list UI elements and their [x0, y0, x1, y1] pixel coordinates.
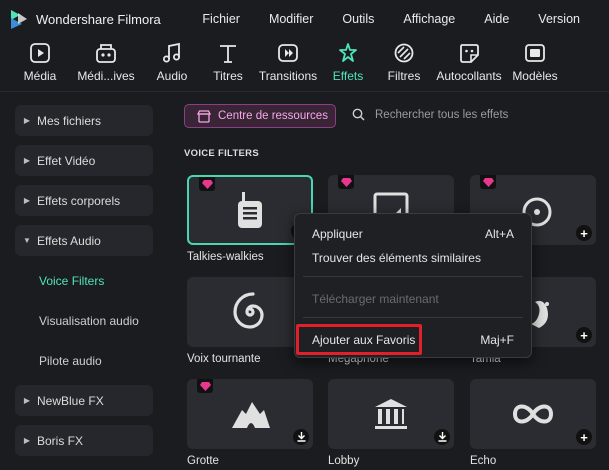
infinity-icon — [512, 404, 554, 424]
walkie-talkie-icon — [238, 192, 262, 228]
add-icon[interactable]: + — [576, 429, 592, 445]
section-title: VOICE FILTERS — [184, 148, 259, 159]
premium-diamond-icon — [197, 379, 213, 393]
tab-effects[interactable]: Effets — [328, 38, 368, 92]
sidebar: ▶ Mes fichiers ▶ Effet Vidéo ▶ Effets co… — [0, 92, 170, 470]
add-icon[interactable]: + — [576, 327, 592, 343]
chevron-right-icon: ▶ — [23, 156, 31, 165]
chevron-right-icon: ▶ — [23, 396, 31, 405]
sidebar-item-my-files[interactable]: ▶ Mes fichiers — [15, 105, 153, 136]
chevron-right-icon: ▶ — [23, 116, 31, 125]
tab-stock-media[interactable]: Médi...ives — [76, 38, 136, 92]
tab-templates[interactable]: Modèles — [510, 38, 560, 92]
shortcut-favorites: Maj+F — [480, 333, 514, 347]
tab-media[interactable]: Média — [20, 38, 60, 92]
effect-card-cave[interactable] — [187, 379, 313, 449]
effect-label: Talkies-walkies — [187, 251, 264, 263]
tab-transitions[interactable]: Transitions — [258, 38, 318, 92]
download-icon[interactable] — [293, 429, 309, 445]
premium-diamond-icon — [480, 175, 496, 189]
effect-label: Echo — [470, 455, 497, 467]
sidebar-item-newblue-fx[interactable]: ▶ NewBlue FX — [15, 385, 153, 416]
tab-filters[interactable]: Filtres — [384, 38, 424, 92]
asset-toolbar: Média Médi...ives Audio Titres Transitio… — [0, 38, 609, 92]
highlight-box — [296, 324, 422, 355]
app-title: Wondershare Filmora — [36, 11, 161, 27]
menu-divider — [303, 276, 523, 277]
transition-icon — [278, 44, 298, 62]
premium-diamond-icon — [338, 175, 354, 189]
store-icon — [197, 109, 215, 123]
sidebar-subitem-audio-visualization[interactable]: Visualisation audio — [39, 314, 139, 328]
effect-card-echo[interactable]: + — [470, 379, 596, 449]
sidebar-item-boris-fx[interactable]: ▶ Boris FX — [15, 425, 153, 456]
menu-item-find-similar[interactable]: Trouver des éléments similaires — [312, 251, 481, 265]
chevron-right-icon: ▶ — [23, 436, 31, 445]
music-note-icon — [163, 42, 180, 63]
resource-center-button[interactable]: Centre de ressources — [184, 104, 336, 128]
cave-icon — [232, 402, 270, 428]
menu-aide[interactable]: Aide — [484, 12, 509, 26]
tab-titles[interactable]: Titres — [208, 38, 248, 92]
chevron-right-icon: ▶ — [23, 196, 31, 205]
effects-icon — [339, 43, 357, 62]
effect-card-lobby[interactable] — [328, 379, 454, 449]
add-icon[interactable]: + — [576, 225, 592, 241]
effect-label: Lobby — [328, 455, 360, 467]
search-icon — [352, 108, 365, 121]
text-icon — [220, 45, 236, 63]
effect-label: Voix tournante — [187, 353, 261, 365]
chevron-down-icon: ▼ — [23, 236, 31, 245]
menu-fichier[interactable]: Fichier — [202, 12, 240, 26]
sidebar-item-body-effects[interactable]: ▶ Effets corporels — [15, 185, 153, 216]
menu-item-download-now: Télécharger maintenant — [312, 292, 439, 306]
sidebar-item-audio-effects[interactable]: ▼ Effets Audio — [15, 225, 153, 256]
menu-divider — [303, 317, 523, 318]
spiral-icon — [233, 292, 264, 329]
stock-media-icon — [96, 44, 116, 63]
menu-modifier[interactable]: Modifier — [269, 12, 313, 26]
menu-version[interactable]: Version — [538, 12, 580, 26]
premium-diamond-icon — [199, 177, 215, 191]
sticker-icon — [460, 44, 479, 63]
filmora-logo-icon — [8, 8, 30, 30]
media-icon — [30, 43, 50, 63]
sidebar-subitem-audio-driver[interactable]: Pilote audio — [39, 354, 102, 368]
title-bar: Wondershare Filmora Fichier Modifier Out… — [0, 0, 609, 38]
menu-affichage[interactable]: Affichage — [403, 12, 455, 26]
filter-icon — [394, 43, 414, 63]
building-icon — [375, 399, 407, 429]
menu-item-apply[interactable]: Appliquer — [312, 227, 363, 241]
search-input[interactable]: Rechercher tous les effets — [352, 108, 508, 121]
shortcut-apply: Alt+A — [484, 227, 514, 241]
menu-bar: Fichier Modifier Outils Affichage Aide V… — [202, 12, 609, 26]
sidebar-item-video-effect[interactable]: ▶ Effet Vidéo — [15, 145, 153, 176]
sidebar-subitem-voice-filters[interactable]: Voice Filters — [39, 274, 104, 288]
effect-label: Grotte — [187, 455, 219, 467]
template-icon — [525, 44, 545, 62]
menu-outils[interactable]: Outils — [342, 12, 374, 26]
download-icon[interactable] — [434, 429, 450, 445]
tab-audio[interactable]: Audio — [152, 38, 192, 92]
tab-stickers[interactable]: Autocollants — [434, 38, 504, 92]
